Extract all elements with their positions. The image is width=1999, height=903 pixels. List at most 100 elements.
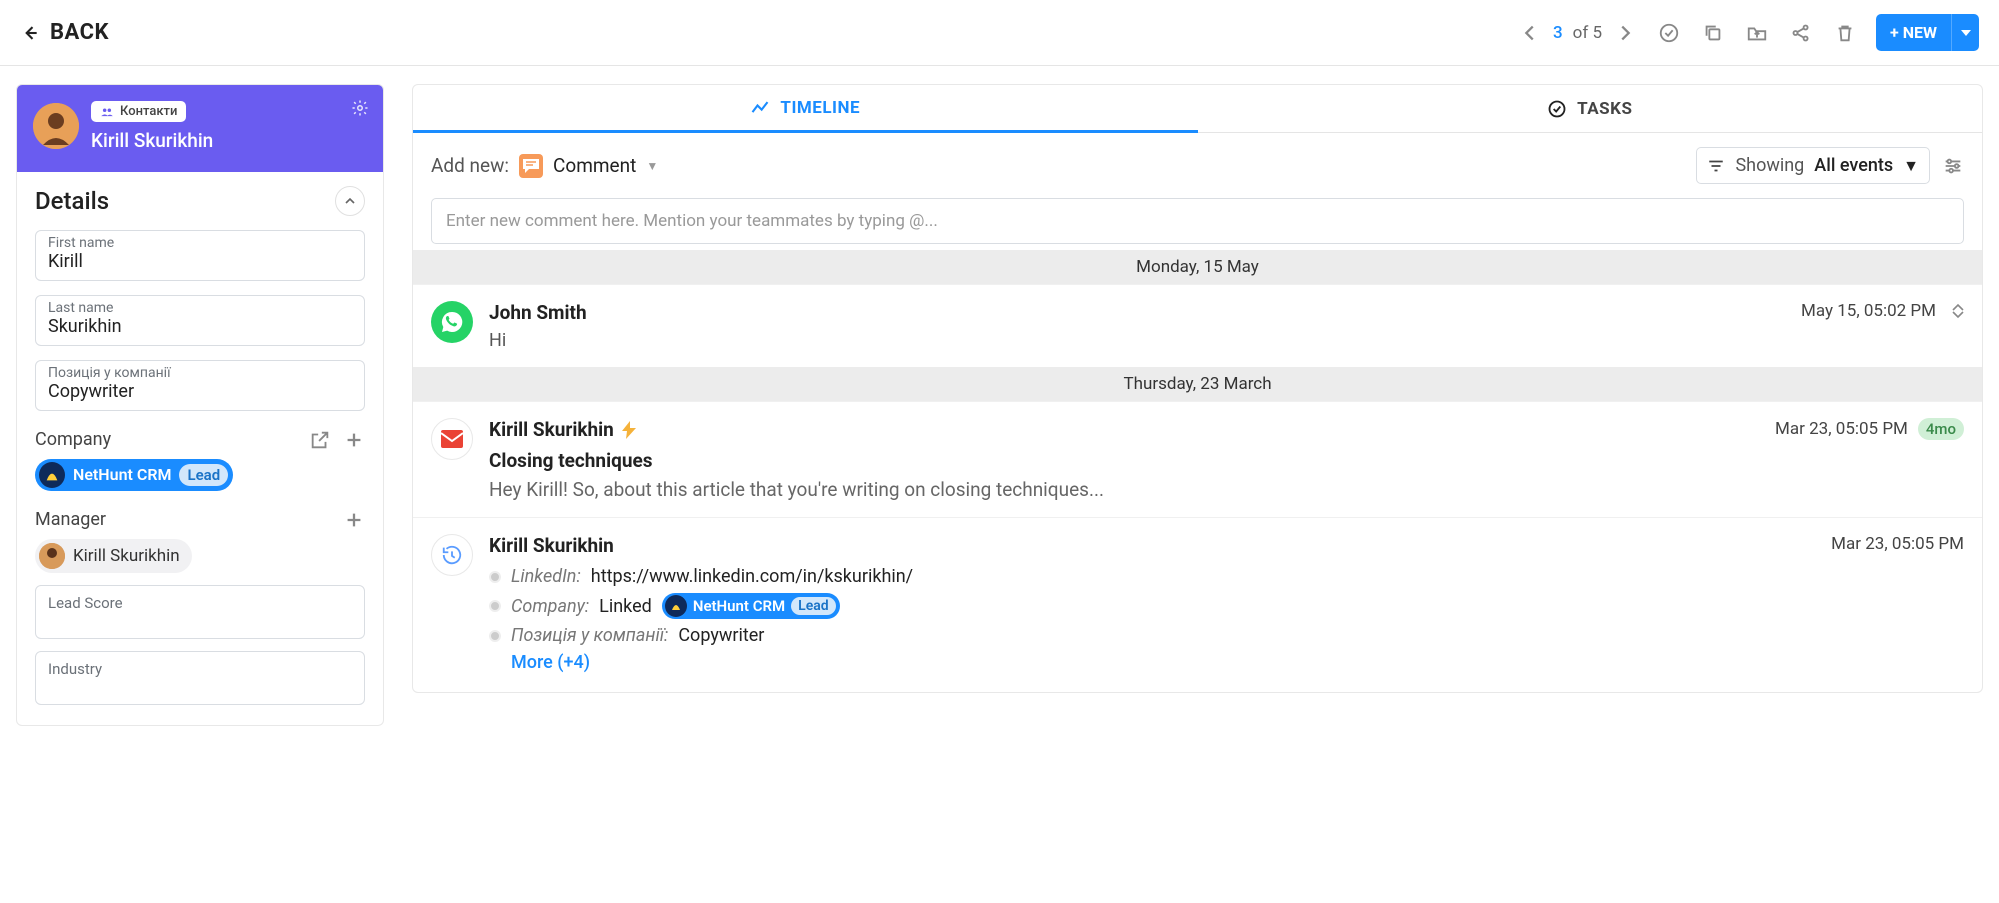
entry-message: Hi	[489, 330, 1964, 351]
position-label: Позиція у компанії	[48, 365, 171, 381]
sliders-icon[interactable]	[1942, 155, 1964, 177]
timeline-entry-whatsapp: John Smith May 15, 05:02 PM Hi	[413, 284, 1982, 367]
manager-name: Kirill Skurikhin	[73, 546, 180, 566]
manager-avatar	[39, 543, 65, 569]
add-company-icon[interactable]	[343, 429, 365, 451]
log-row-more[interactable]: More (+4)	[489, 649, 1964, 676]
industry-label: Industry	[48, 660, 352, 678]
log-row: LinkedIn: https://www.linkedin.com/in/ks…	[489, 563, 1964, 590]
tab-tasks[interactable]: TASKS	[1198, 85, 1983, 133]
pager-next[interactable]	[1612, 20, 1638, 46]
more-link[interactable]: More (+4)	[511, 652, 590, 673]
log-row: Позиція у компанії: Copywriter	[489, 622, 1964, 649]
company-pill-name: NetHunt CRM	[73, 465, 171, 484]
last-name-field[interactable]	[48, 316, 352, 337]
collapse-toggle[interactable]	[335, 186, 365, 216]
company-logo-icon	[665, 595, 687, 617]
bullet-icon	[489, 630, 501, 642]
day-separator: Thursday, 23 March	[413, 367, 1982, 401]
entry-author: Kirill Skurikhin	[489, 534, 614, 557]
entry-age-badge: 4mo	[1918, 418, 1964, 440]
lead-score-field[interactable]: Lead Score	[35, 585, 365, 639]
comment-type-label[interactable]: Comment	[553, 154, 636, 177]
history-icon	[431, 534, 473, 576]
last-name-field-wrap: Last name	[35, 295, 365, 346]
entry-body-text: Hey Kirill! So, about this article that …	[489, 478, 1964, 501]
entry-author: John Smith	[489, 301, 587, 324]
contact-card: Контакти Kirill Skurikhin Details First …	[16, 84, 384, 726]
industry-field[interactable]: Industry	[35, 651, 365, 705]
add-manager-icon[interactable]	[343, 509, 365, 531]
first-name-label: First name	[48, 235, 114, 251]
mark-done-icon[interactable]	[1656, 20, 1682, 46]
tasks-icon	[1547, 99, 1567, 119]
company-pill-stage: Lead	[179, 464, 228, 486]
folder-chip[interactable]: Контакти	[91, 101, 186, 122]
email-icon	[431, 418, 473, 460]
pager-current: 3	[1553, 23, 1563, 43]
timeline-entry-email: Kirill Skurikhin Mar 23, 05:05 PM 4mo Cl…	[413, 401, 1982, 517]
record-pager: 3 of 5	[1517, 20, 1638, 46]
bullet-icon	[489, 600, 501, 612]
manager-section-label: Manager	[35, 509, 106, 530]
card-body: Details First name Last name Позиція у к…	[17, 172, 383, 725]
topbar-right: 3 of 5 + NEW	[1517, 14, 1979, 51]
folder-label: Контакти	[120, 104, 177, 119]
new-button-caret[interactable]	[1951, 14, 1979, 51]
arrow-left-icon	[20, 23, 40, 43]
last-name-label: Last name	[48, 300, 113, 316]
comment-input[interactable]: Enter new comment here. Mention your tea…	[431, 198, 1964, 244]
entry-subject: Closing techniques	[489, 449, 1964, 472]
first-name-field-wrap: First name	[35, 230, 365, 281]
back-button[interactable]: BACK	[20, 20, 109, 45]
main-panel: TIMELINE TASKS Add new: Comment ▼ Showin…	[412, 84, 1983, 693]
company-section-label: Company	[35, 429, 111, 450]
lead-score-label: Lead Score	[48, 594, 352, 612]
avatar	[33, 103, 79, 149]
tab-timeline[interactable]: TIMELINE	[413, 85, 1198, 133]
entry-timestamp: Mar 23, 05:05 PM	[1775, 419, 1908, 439]
comment-icon[interactable]	[519, 154, 543, 178]
bolt-icon	[622, 421, 636, 439]
expand-toggle[interactable]	[1952, 303, 1964, 319]
first-name-field[interactable]	[48, 251, 352, 272]
company-logo-icon	[39, 462, 65, 488]
details-title: Details	[35, 187, 109, 215]
move-folder-icon[interactable]	[1744, 20, 1770, 46]
bullet-icon	[489, 571, 501, 583]
contact-name: Kirill Skurikhin	[91, 129, 213, 152]
pager-total: of 5	[1573, 23, 1602, 43]
share-icon[interactable]	[1788, 20, 1814, 46]
log-value: Copywriter	[678, 625, 764, 646]
chevron-down-icon: ▼	[1903, 156, 1919, 176]
log-value: https://www.linkedin.com/in/kskurikhin/	[591, 566, 913, 587]
manager-chip[interactable]: Kirill Skurikhin	[35, 539, 192, 573]
whatsapp-icon	[431, 301, 473, 343]
timeline-entry-log: Kirill Skurikhin Mar 23, 05:05 PM Linked…	[413, 517, 1982, 692]
open-external-icon[interactable]	[309, 429, 331, 451]
log-value: Linked	[599, 596, 652, 617]
add-row: Add new: Comment ▼ Showing All events ▼	[413, 133, 1982, 198]
back-label: BACK	[50, 20, 109, 45]
log-key: LinkedIn:	[511, 566, 581, 587]
entry-author: Kirill Skurikhin	[489, 418, 614, 441]
copy-icon[interactable]	[1700, 20, 1726, 46]
log-key: Позиція у компанії:	[511, 625, 668, 646]
events-filter[interactable]: Showing All events ▼	[1696, 147, 1930, 184]
pager-prev[interactable]	[1517, 20, 1543, 46]
filter-showing: Showing	[1735, 155, 1804, 176]
entry-timestamp: Mar 23, 05:05 PM	[1831, 534, 1964, 554]
filter-value: All events	[1814, 155, 1893, 176]
gear-icon[interactable]	[351, 99, 369, 121]
new-button[interactable]: + NEW	[1876, 14, 1951, 51]
delete-icon[interactable]	[1832, 20, 1858, 46]
timeline-icon	[750, 98, 770, 118]
day-separator: Monday, 15 May	[413, 250, 1982, 284]
filter-icon	[1707, 157, 1725, 175]
topbar: BACK 3 of 5 + NEW	[0, 0, 1999, 66]
comment-type-caret[interactable]: ▼	[646, 159, 658, 173]
company-pill-inline[interactable]: NetHunt CRM Lead	[662, 593, 840, 619]
company-pill[interactable]: NetHunt CRM Lead	[35, 459, 233, 491]
position-field[interactable]	[48, 381, 352, 402]
addnew-label: Add new:	[431, 154, 509, 177]
